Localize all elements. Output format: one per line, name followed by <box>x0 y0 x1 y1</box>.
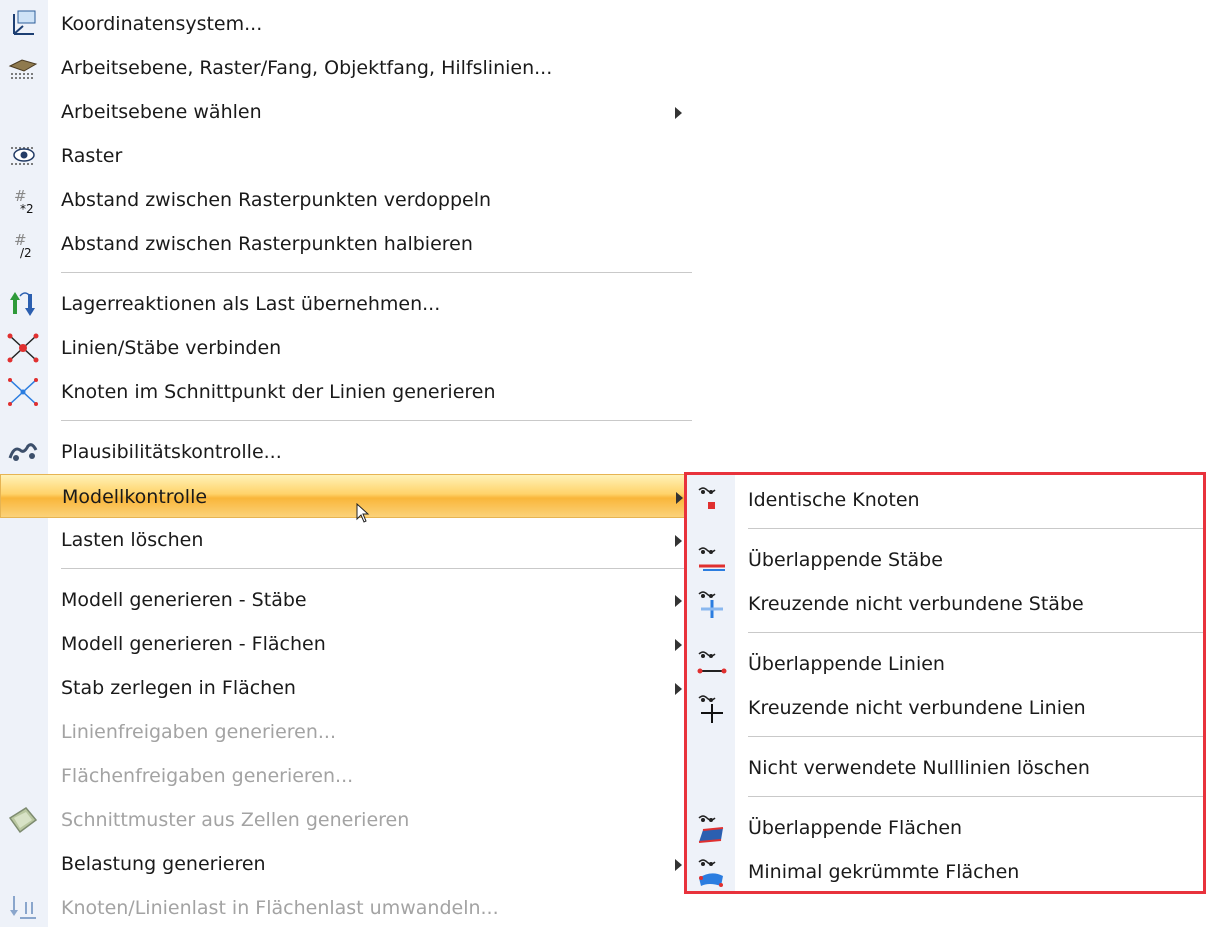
submenu-arrow-icon <box>675 595 682 607</box>
menu-item-lasten-loeschen[interactable]: Lasten löschen <box>0 518 692 562</box>
menu-item-label: Schnittmuster aus Zellen generieren <box>61 809 410 831</box>
menu-item-label: Koordinatensystem... <box>61 13 263 35</box>
menu-separator <box>748 632 1203 633</box>
coordinate-system-icon <box>6 8 40 40</box>
submenu-item-ueberlappende-staebe[interactable]: Überlappende Stäbe <box>687 538 1203 582</box>
menu-item-koordinatensystem[interactable]: Koordinatensystem... <box>0 2 692 46</box>
submenu-arrow-icon <box>675 683 682 695</box>
submenu-item-label: Überlappende Linien <box>748 653 945 675</box>
grid-double-icon: # *2 <box>6 184 40 216</box>
submenu-arrow-icon <box>676 492 683 504</box>
menu-item-stab-zerlegen[interactable]: Stab zerlegen in Flächen <box>0 666 692 710</box>
submenu-arrow-icon <box>675 639 682 651</box>
menu-item-linien-verbinden[interactable]: Linien/Stäbe verbinden <box>0 326 692 370</box>
menu-separator <box>61 568 692 569</box>
model-check-submenu: Identische Knoten Überlappende Stäbe Kre… <box>684 472 1206 894</box>
menu-item-raster-verdoppeln[interactable]: # *2 Abstand zwischen Rasterpunkten verd… <box>0 178 692 222</box>
menu-separator <box>748 736 1203 737</box>
menu-item-label: Modellkontrolle <box>62 486 208 508</box>
menu-separator <box>61 272 692 273</box>
menu-item-belastung-generieren[interactable]: Belastung generieren <box>0 842 692 886</box>
identical-nodes-icon <box>695 484 729 516</box>
menu-item-label: Linienfreigaben generieren... <box>61 721 337 743</box>
menu-item-arbeitsebene-waehlen[interactable]: Arbeitsebene wählen <box>0 90 692 134</box>
menu-item-modell-generieren-flaechen[interactable]: Modell generieren - Flächen <box>0 622 692 666</box>
menu-item-label: Knoten im Schnittpunkt der Linien generi… <box>61 381 496 403</box>
submenu-item-ueberlappende-linien[interactable]: Überlappende Linien <box>687 642 1203 686</box>
svg-text:*2: *2 <box>20 202 34 216</box>
menu-item-label: Arbeitsebene wählen <box>61 101 262 123</box>
menu-item-knoten-linienlast: Knoten/Linienlast in Flächenlast umwande… <box>0 886 692 930</box>
menu-item-label: Linien/Stäbe verbinden <box>61 337 282 359</box>
crossing-lines-icon <box>695 692 729 724</box>
submenu-item-kreuzende-staebe[interactable]: Kreuzende nicht verbundene Stäbe <box>687 582 1203 626</box>
menu-item-label: Modell generieren - Flächen <box>61 633 326 655</box>
menu-item-label: Knoten/Linienlast in Flächenlast umwande… <box>61 897 499 919</box>
submenu-item-nulllinien-loeschen[interactable]: Nicht verwendete Nulllinien löschen <box>687 746 1203 790</box>
convert-load-icon <box>6 892 40 924</box>
support-reactions-icon <box>6 288 40 320</box>
menu-item-label: Stab zerlegen in Flächen <box>61 677 296 699</box>
grid-half-icon: # /2 <box>6 228 40 260</box>
menu-separator <box>748 796 1203 797</box>
crossing-members-icon <box>695 588 729 620</box>
submenu-item-minimal-gekruemmte-flaechen[interactable]: Minimal gekrümmte Flächen <box>687 850 1203 894</box>
menu-item-label: Belastung generieren <box>61 853 266 875</box>
submenu-arrow-icon <box>675 535 682 547</box>
submenu-item-label: Nicht verwendete Nulllinien löschen <box>748 757 1090 779</box>
cutting-pattern-icon <box>6 804 40 836</box>
submenu-item-identische-knoten[interactable]: Identische Knoten <box>687 478 1203 522</box>
menu-item-modellkontrolle[interactable]: Modellkontrolle <box>0 474 692 518</box>
submenu-item-kreuzende-linien[interactable]: Kreuzende nicht verbundene Linien <box>687 686 1203 730</box>
menu-item-label: Flächenfreigaben generieren... <box>61 765 354 787</box>
intersection-nodes-icon <box>6 376 40 408</box>
menu-item-raster-halbieren[interactable]: # /2 Abstand zwischen Rasterpunkten halb… <box>0 222 692 266</box>
submenu-item-label: Kreuzende nicht verbundene Stäbe <box>748 593 1084 615</box>
menu-item-knoten-schnittpunkt[interactable]: Knoten im Schnittpunkt der Linien generi… <box>0 370 692 414</box>
menu-item-label: Raster <box>61 145 123 167</box>
menu-item-linienfreigaben: Linienfreigaben generieren... <box>0 710 692 754</box>
overlapping-surfaces-icon <box>695 812 729 844</box>
mouse-cursor-icon <box>356 502 370 527</box>
menu-item-schnittmuster: Schnittmuster aus Zellen generieren <box>0 798 692 842</box>
menu-item-label: Abstand zwischen Rasterpunkten halbieren <box>61 233 473 255</box>
menu-item-lagerreaktionen[interactable]: Lagerreaktionen als Last übernehmen... <box>0 282 692 326</box>
menu-item-label: Arbeitsebene, Raster/Fang, Objektfang, H… <box>61 57 553 79</box>
menu-item-label: Plausibilitätskontrolle... <box>61 441 282 463</box>
submenu-item-label: Identische Knoten <box>748 489 920 511</box>
connect-lines-icon <box>6 332 40 364</box>
plausibility-check-icon <box>6 436 40 468</box>
menu-item-plausibilitaetskontrolle[interactable]: Plausibilitätskontrolle... <box>0 430 692 474</box>
overlapping-members-icon <box>695 544 729 576</box>
overlapping-lines-icon <box>695 648 729 680</box>
menu-item-label: Abstand zwischen Rasterpunkten verdoppel… <box>61 189 492 211</box>
menu-separator <box>748 528 1203 529</box>
menu-item-flaechenfreigaben: Flächenfreigaben generieren... <box>0 754 692 798</box>
menu-item-label: Lagerreaktionen als Last übernehmen... <box>61 293 441 315</box>
menu-separator <box>61 420 692 421</box>
menu-item-modell-generieren-staebe[interactable]: Modell generieren - Stäbe <box>0 578 692 622</box>
submenu-arrow-icon <box>675 859 682 871</box>
submenu-arrow-icon <box>675 107 682 119</box>
submenu-item-ueberlappende-flaechen[interactable]: Überlappende Flächen <box>687 806 1203 850</box>
submenu-item-label: Kreuzende nicht verbundene Linien <box>748 697 1086 719</box>
context-menu: Koordinatensystem... Arbeitsebene, Raste… <box>0 0 692 927</box>
work-plane-icon <box>6 52 40 84</box>
grid-eye-icon <box>6 140 40 172</box>
submenu-item-label: Minimal gekrümmte Flächen <box>748 861 1020 883</box>
svg-text:/2: /2 <box>20 246 32 260</box>
menu-item-raster[interactable]: Raster <box>0 134 692 178</box>
menu-item-label: Lasten löschen <box>61 529 204 551</box>
menu-item-arbeitsebene-raster[interactable]: Arbeitsebene, Raster/Fang, Objektfang, H… <box>0 46 692 90</box>
submenu-item-label: Überlappende Flächen <box>748 817 963 839</box>
minimally-curved-surfaces-icon <box>695 856 729 888</box>
menu-item-label: Modell generieren - Stäbe <box>61 589 307 611</box>
submenu-item-label: Überlappende Stäbe <box>748 549 943 571</box>
